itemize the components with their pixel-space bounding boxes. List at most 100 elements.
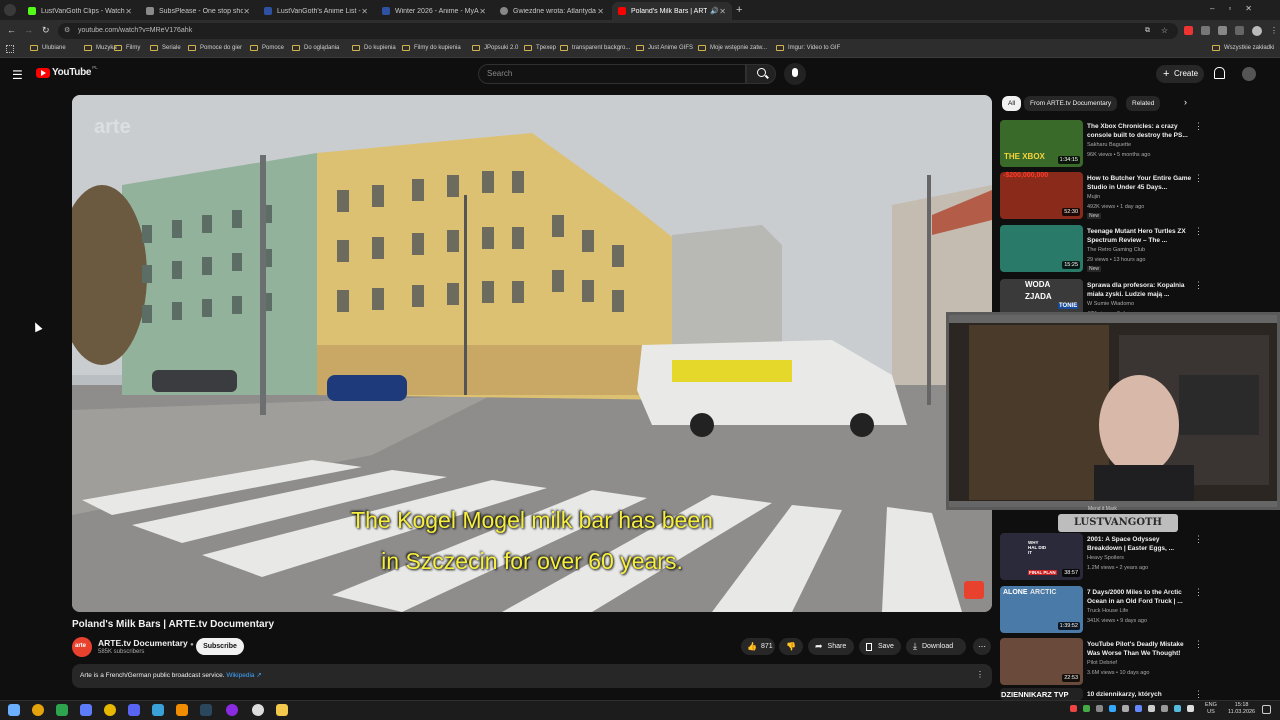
install-icon[interactable]: ⧉ bbox=[1145, 23, 1150, 39]
chip-from-channel[interactable]: From ARTE.tv Documentary bbox=[1024, 96, 1118, 111]
video-thumbnail[interactable]: 52:30 bbox=[1000, 172, 1083, 219]
system-tray-icons[interactable] bbox=[1070, 705, 1194, 712]
address-bar[interactable]: ⚙ youtube.com/watch?v=MReV176ahk ☆ ⧉ bbox=[58, 23, 1178, 39]
search-button[interactable] bbox=[746, 64, 776, 84]
close-tab-icon[interactable]: ✕ bbox=[597, 7, 604, 16]
app-taskbar-icon[interactable] bbox=[80, 704, 92, 716]
tab-anime-list[interactable]: LustVanGoth's Anime List - My ✕ bbox=[258, 2, 374, 20]
tray-icon[interactable] bbox=[1096, 705, 1103, 712]
close-tab-icon[interactable]: ✕ bbox=[479, 7, 486, 16]
kebab-menu-icon[interactable]: ⋮ bbox=[1270, 26, 1278, 36]
tab-lustvangoth-clips[interactable]: LustVanGoth Clips - Watch Live ✕ bbox=[22, 2, 138, 20]
bookmark-item[interactable]: Muzyka bbox=[84, 45, 117, 51]
video-thumbnail[interactable]: 22:53 bbox=[1000, 638, 1083, 685]
minimize-icon[interactable]: – bbox=[1210, 4, 1228, 13]
tab-milk-bars-active[interactable]: Poland's Milk Bars | ARTE.tv 🔊 ✕ bbox=[612, 2, 732, 20]
save-button[interactable]: Save bbox=[859, 638, 901, 655]
back-icon[interactable]: ← bbox=[7, 25, 16, 35]
bookmark-item[interactable]: Moje wstępnie zatw... bbox=[698, 45, 767, 51]
subscribe-button[interactable]: Subscribe bbox=[196, 638, 244, 655]
bookmark-item[interactable]: Pomoce bbox=[250, 45, 284, 51]
video-menu-icon[interactable]: ⋮ bbox=[1194, 226, 1203, 237]
discord-taskbar-icon[interactable] bbox=[128, 704, 140, 716]
tray-icon[interactable] bbox=[1122, 705, 1129, 712]
close-tab-icon[interactable]: ✕ bbox=[361, 7, 368, 16]
tray-icon[interactable] bbox=[1083, 705, 1090, 712]
channel-name[interactable]: ARTE.tv Documentary ● bbox=[98, 638, 194, 648]
voice-search-button[interactable] bbox=[784, 63, 806, 85]
extension-icon[interactable] bbox=[1201, 26, 1210, 35]
bookmark-item[interactable]: JPopsuki 2.0 bbox=[472, 45, 518, 51]
notifications-icon[interactable] bbox=[1262, 705, 1271, 714]
vlc-taskbar-icon[interactable] bbox=[176, 704, 188, 716]
bookmark-star-icon[interactable]: ☆ bbox=[1161, 23, 1168, 39]
bookmark-item[interactable]: Filmy do kupienia bbox=[402, 45, 461, 51]
more-actions-button[interactable]: ⋯ bbox=[973, 638, 991, 655]
tab-winter-2026[interactable]: Winter 2026 - Anime - MyAnim ✕ bbox=[376, 2, 492, 20]
steam-taskbar-icon[interactable] bbox=[200, 704, 212, 716]
download-icon[interactable] bbox=[1235, 26, 1244, 35]
bookmark-item[interactable]: Do oglądania bbox=[292, 45, 339, 51]
description-menu-icon[interactable]: ⋮ bbox=[976, 670, 984, 679]
close-tab-icon[interactable]: ✕ bbox=[719, 7, 726, 16]
recommended-video[interactable]: 52:30 How to Butcher Your Entire Game Stu… bbox=[1000, 172, 1270, 222]
close-tab-icon[interactable]: ✕ bbox=[125, 7, 132, 16]
tray-icon[interactable] bbox=[1070, 705, 1077, 712]
close-window-icon[interactable]: ✕ bbox=[1245, 4, 1266, 13]
bookmark-item[interactable]: transparent backgro... bbox=[560, 45, 630, 51]
tray-icon[interactable] bbox=[1148, 705, 1155, 712]
chrome-taskbar-icon[interactable] bbox=[32, 704, 44, 716]
puzzle-icon[interactable] bbox=[1218, 26, 1227, 35]
video-menu-icon[interactable]: ⋮ bbox=[1194, 587, 1203, 598]
video-player[interactable]: arte The Kogel Mogel milk bar has been i… bbox=[72, 95, 992, 612]
tab-search-button[interactable] bbox=[4, 4, 16, 16]
new-tab-button[interactable]: + bbox=[736, 4, 742, 16]
video-menu-icon[interactable]: ⋮ bbox=[1194, 639, 1203, 650]
search-input[interactable]: Search bbox=[478, 64, 746, 84]
video-thumbnail[interactable]: 15:25 bbox=[1000, 225, 1083, 272]
all-bookmarks[interactable]: Wszystkie zakładki bbox=[1212, 45, 1274, 51]
tab-subsplease[interactable]: SubsPlease - One stop shop fo ✕ bbox=[140, 2, 256, 20]
close-tab-icon[interactable]: ✕ bbox=[243, 7, 250, 16]
speaker-icon[interactable]: 🔊 bbox=[710, 7, 719, 15]
hamburger-menu-icon[interactable]: ☰ bbox=[12, 68, 23, 82]
extension-icon[interactable] bbox=[1184, 26, 1193, 35]
tab-gwiezdne-wrota[interactable]: Gwiezdne wrota: Atlantyda / St ✕ bbox=[494, 2, 610, 20]
tray-icon[interactable] bbox=[1109, 705, 1116, 712]
bookmark-item[interactable]: Just Anime GIFS bbox=[636, 45, 693, 51]
app-taskbar-icon[interactable] bbox=[56, 704, 68, 716]
account-avatar[interactable] bbox=[1242, 67, 1256, 81]
volume-icon[interactable] bbox=[1187, 705, 1194, 712]
apps-icon[interactable] bbox=[6, 45, 14, 53]
site-info-icon[interactable]: ⚙ bbox=[64, 23, 70, 39]
youtube-logo[interactable]: YouTube PL bbox=[36, 65, 98, 78]
app-taskbar-icon[interactable] bbox=[252, 704, 264, 716]
app-taskbar-icon[interactable] bbox=[152, 704, 164, 716]
language-indicator[interactable]: ENG US bbox=[1205, 702, 1217, 716]
bookmark-item[interactable]: Tpexep bbox=[524, 45, 556, 51]
recommended-video[interactable]: 1:34:15 The Xbox Chronicles: a crazy cons… bbox=[1000, 120, 1270, 170]
profile-avatar[interactable] bbox=[1252, 26, 1262, 36]
like-button[interactable]: 👍 871 bbox=[741, 638, 775, 655]
video-menu-icon[interactable]: ⋮ bbox=[1194, 534, 1203, 545]
bookmark-item[interactable]: Imgur: Video to GIF bbox=[776, 45, 840, 51]
bookmark-item[interactable]: Ulubiane bbox=[30, 45, 66, 51]
bookmark-item[interactable]: Pomoce do gier bbox=[188, 45, 242, 51]
tray-icon[interactable] bbox=[1174, 705, 1181, 712]
chip-related[interactable]: Related bbox=[1126, 96, 1161, 111]
video-menu-icon[interactable]: ⋮ bbox=[1194, 689, 1203, 700]
chips-next-icon[interactable]: › bbox=[1184, 97, 1187, 107]
explorer-taskbar-icon[interactable] bbox=[276, 704, 288, 716]
recommended-video[interactable]: 15:25 Teenage Mutant Hero Turtles ZX Spec… bbox=[1000, 225, 1270, 275]
download-button[interactable]: ⤓ Download bbox=[906, 638, 966, 655]
dislike-button[interactable]: 👎 bbox=[779, 638, 803, 655]
description-box[interactable]: Arte is a French/German public broadcast… bbox=[72, 664, 992, 688]
create-button[interactable]: + Create bbox=[1156, 65, 1204, 83]
bookmark-item[interactable]: Seriale bbox=[150, 45, 181, 51]
bookmark-item[interactable]: Do kupienia bbox=[352, 45, 396, 51]
app-taskbar-icon[interactable] bbox=[104, 704, 116, 716]
forward-icon[interactable]: → bbox=[24, 25, 33, 35]
maximize-icon[interactable]: ▫ bbox=[1228, 4, 1245, 13]
clock[interactable]: 15:18 11.03.2026 bbox=[1228, 702, 1255, 716]
chip-all[interactable]: All bbox=[1002, 96, 1022, 111]
